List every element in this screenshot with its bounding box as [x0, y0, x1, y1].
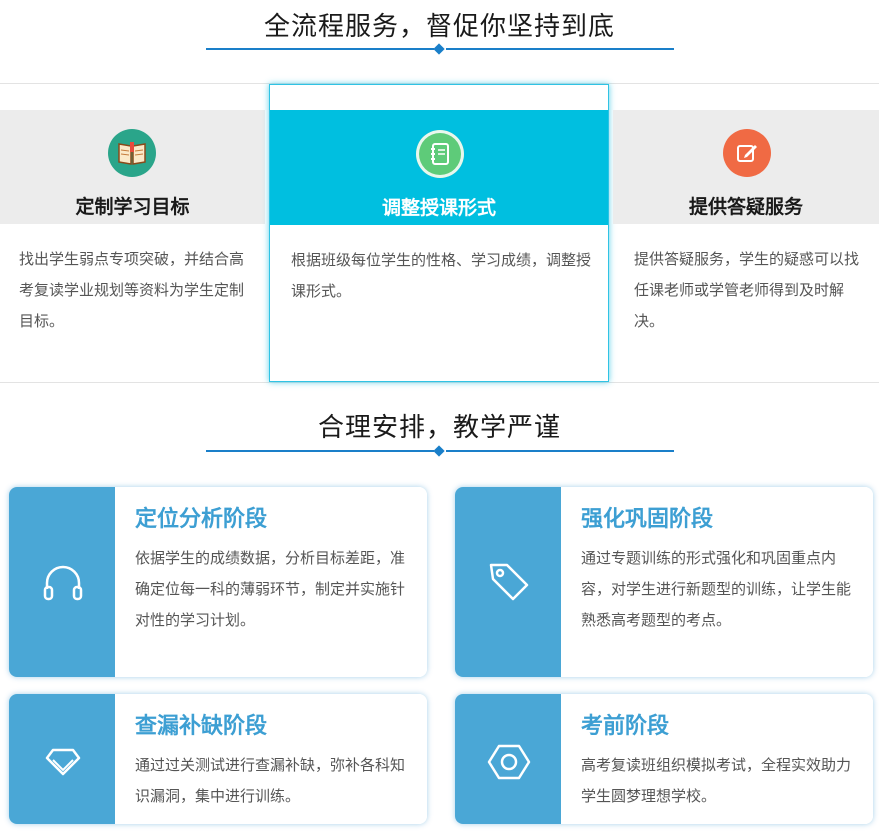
stage-title: 定位分析阶段 [135, 507, 268, 532]
service-title: 定制学习目标 [75, 196, 190, 218]
stage-text: 高考复读班组织模拟考试，全程实效助力学生圆梦理想学校。 [581, 756, 852, 805]
title-divider-right [446, 48, 674, 50]
service-card-answer[interactable]: 提供答疑服务 提供答疑服务，学生的疑惑可以找任课老师或学管老师得到及时解决。 [613, 84, 879, 382]
service-title: 调整授课形式 [381, 197, 496, 219]
stage-title: 考前阶段 [581, 714, 670, 739]
stage-title: 查漏补缺阶段 [135, 714, 268, 739]
title-divider-diamond [433, 445, 445, 457]
stage-card-body: 考前阶段 高考复读班组织模拟考试，全程实效助力学生圆梦理想学校。 [561, 694, 873, 824]
stage-text: 通过专题训练的形式强化和巩固重点内容，对学生进行新题型的训练，让学生能熟悉高考题… [581, 549, 852, 629]
service-text: 根据班级每位学生的性格、学习成绩，调整授课形式。 [291, 251, 592, 300]
tag-icon [489, 563, 529, 601]
edit-icon [723, 129, 771, 177]
stage-card-side [455, 487, 561, 677]
title-divider-left [206, 450, 434, 452]
notebook-icon [416, 130, 464, 178]
stage-card-side [9, 487, 115, 677]
stage-card-side [9, 694, 115, 824]
stage-card-pre-exam[interactable]: 考前阶段 高考复读班组织模拟考试，全程实效助力学生圆梦理想学校。 [455, 694, 873, 824]
stage-card-strengthen[interactable]: 强化巩固阶段 通过专题训练的形式强化和巩固重点内容，对学生进行新题型的训练，让学… [455, 487, 873, 677]
service-text: 提供答疑服务，学生的疑惑可以找任课老师或学管老师得到及时解决。 [634, 250, 860, 330]
service-card-format[interactable]: 调整授课形式 根据班级每位学生的性格、学习成绩，调整授课形式。 [269, 84, 609, 382]
title-divider-right [446, 450, 674, 452]
stage-card-side [455, 694, 561, 824]
service-text: 找出学生弱点专项突破，并结合高考复读学业规划等资料为学生定制目标。 [19, 250, 245, 330]
book-icon [108, 129, 156, 177]
stage-card-body: 定位分析阶段 依据学生的成绩数据，分析目标差距，准确定位每一科的薄弱环节，制定并… [115, 487, 427, 677]
stage-card-body: 强化巩固阶段 通过专题训练的形式强化和巩固重点内容，对学生进行新题型的训练，让学… [561, 487, 873, 677]
title-divider-left [206, 48, 434, 50]
headphones-icon [43, 565, 83, 601]
service-title: 提供答疑服务 [688, 196, 803, 218]
stage-text: 依据学生的成绩数据，分析目标差距，准确定位每一科的薄弱环节，制定并实施针对性的学… [135, 549, 406, 629]
stage-card-gap-filling[interactable]: 查漏补缺阶段 通过过关测试进行查漏补缺，弥补各科知识漏洞，集中进行训练。 [9, 694, 427, 824]
stage-card-positioning[interactable]: 定位分析阶段 依据学生的成绩数据，分析目标差距，准确定位每一科的薄弱环节，制定并… [9, 487, 427, 677]
section-title-arrange: 合理安排，教学严谨 [317, 413, 561, 443]
title-divider-diamond [433, 43, 445, 55]
stage-title: 强化巩固阶段 [581, 507, 714, 532]
section-title-service: 全流程服务，督促你坚持到底 [263, 12, 615, 42]
diamond-icon [45, 748, 81, 776]
service-card-goal[interactable]: 定制学习目标 找出学生弱点专项突破，并结合高考复读学业规划等资料为学生定制目标。 [0, 84, 265, 382]
stage-text: 通过过关测试进行查漏补缺，弥补各科知识漏洞，集中进行训练。 [135, 756, 406, 805]
hex-nut-icon [487, 744, 531, 780]
stage-card-body: 查漏补缺阶段 通过过关测试进行查漏补缺，弥补各科知识漏洞，集中进行训练。 [115, 694, 427, 824]
